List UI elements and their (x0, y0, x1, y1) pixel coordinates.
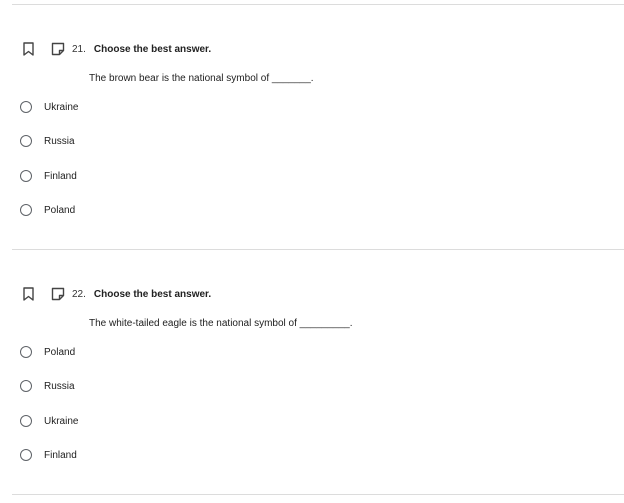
radio-button[interactable] (20, 135, 32, 147)
question-divider (12, 249, 624, 250)
radio-button[interactable] (20, 170, 32, 182)
question-number: 21. (72, 43, 86, 55)
bookmark-button[interactable] (20, 40, 36, 58)
option-label: Finland (44, 170, 77, 182)
top-divider (12, 4, 624, 5)
radio-button[interactable] (20, 204, 32, 216)
bookmark-icon (22, 287, 34, 301)
answer-option[interactable]: Russia (20, 133, 75, 149)
option-label: Russia (44, 135, 75, 147)
answer-option[interactable]: Finland (20, 447, 77, 463)
question-title: Choose the best answer. (93, 43, 212, 55)
radio-button[interactable] (20, 380, 32, 392)
radio-button[interactable] (20, 346, 32, 358)
note-icon (51, 287, 65, 301)
bookmark-button[interactable] (20, 285, 36, 303)
option-label: Ukraine (44, 101, 79, 113)
quiz-page: 21. Choose the best answer. The brown be… (0, 0, 624, 503)
question-header: 22. Choose the best answer. (20, 285, 211, 303)
option-label: Russia (44, 380, 75, 392)
note-button[interactable] (50, 285, 66, 303)
question-prompt: The white-tailed eagle is the national s… (89, 318, 353, 329)
radio-button[interactable] (20, 415, 32, 427)
answer-option[interactable]: Ukraine (20, 413, 78, 429)
radio-button[interactable] (20, 449, 32, 461)
note-icon (51, 42, 65, 56)
option-label: Poland (44, 204, 76, 216)
answer-option[interactable]: Finland (20, 168, 77, 184)
question-header: 21. Choose the best answer. (20, 40, 211, 58)
answer-option[interactable]: Poland (20, 344, 75, 360)
question-prompt: The brown bear is the national symbol of… (89, 73, 314, 84)
bookmark-icon (22, 42, 34, 56)
radio-button[interactable] (20, 101, 32, 113)
question-number: 22. (72, 288, 86, 300)
note-button[interactable] (50, 40, 66, 58)
option-label: Poland (44, 346, 76, 358)
bottom-divider (12, 494, 624, 495)
question-title: Choose the best answer. (93, 288, 212, 300)
option-label: Ukraine (44, 415, 79, 427)
answer-option[interactable]: Russia (20, 378, 75, 394)
answer-option[interactable]: Poland (20, 202, 75, 218)
option-label: Finland (44, 449, 77, 461)
answer-option[interactable]: Ukraine (20, 99, 78, 115)
